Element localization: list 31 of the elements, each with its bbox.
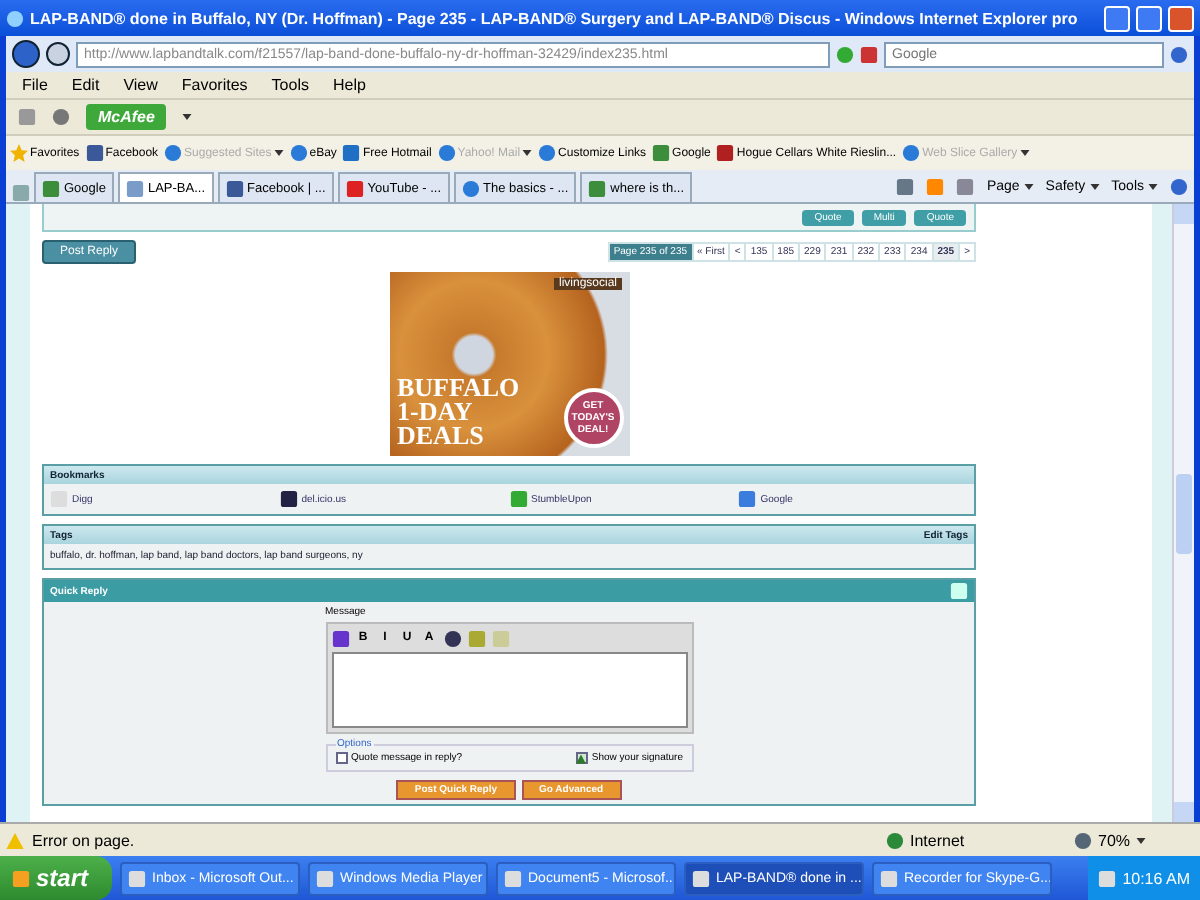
warning-icon [6,831,24,849]
status-message[interactable]: Error on page. [32,831,878,849]
message-field[interactable] [331,652,687,728]
caret-icon[interactable] [182,114,193,120]
caret-icon[interactable] [522,150,533,156]
back-button[interactable] [12,40,40,68]
ad-headline: BUFFALO 1-DAY DEALS [397,376,522,448]
caret-icon[interactable] [1089,184,1100,190]
menu-item[interactable]: Help [322,76,376,94]
close-button[interactable] [1168,5,1194,31]
menu-item[interactable]: View [113,76,168,94]
clock: 10:16 AM [1122,869,1190,887]
scrollbar-thumb[interactable] [1176,473,1192,553]
menu-item[interactable]: Edit [61,76,110,94]
forward-button[interactable] [46,42,70,66]
caret-icon[interactable] [1023,184,1034,190]
caret-icon[interactable] [1148,184,1158,190]
menu-item[interactable]: Favorites [171,76,258,94]
zoom-level[interactable]: 70% [1098,831,1131,849]
star-icon[interactable] [10,144,28,162]
caret-icon[interactable] [273,150,284,156]
menu-item[interactable]: Tools [261,76,319,94]
window-title: LAP-BAND® done in Buffalo, NY (Dr. Hoffman) - Page 235 - LAP-BAND® Surgery and LAP-BAND® Discus - Windows Internet Explorer pro [30,9,1080,27]
checkbox[interactable] [335,752,347,764]
scrollbar[interactable] [1172,204,1194,822]
caret-icon[interactable] [1019,150,1030,156]
menu-item[interactable]: File [12,76,58,94]
maximize-button[interactable] [1136,5,1162,31]
security-zone: Internet [910,831,965,849]
minimize-button[interactable] [1104,5,1130,31]
caret-icon[interactable] [1136,837,1147,843]
